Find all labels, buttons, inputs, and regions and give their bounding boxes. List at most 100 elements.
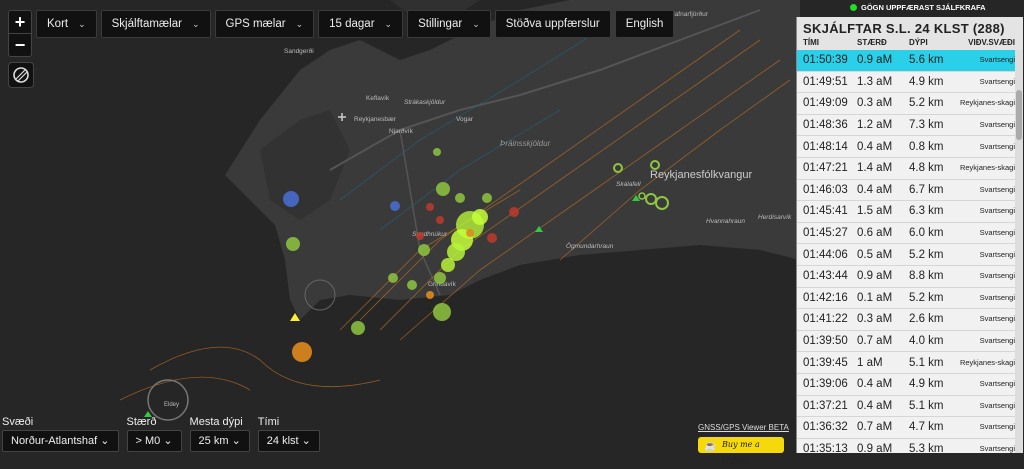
filter-bar: Svæði Norður-Atlantshaf ⌄ Stærð > M0 ⌄ M…: [2, 416, 320, 452]
zoom-control: + −: [8, 10, 32, 57]
cell-area: Svartsengi: [979, 292, 1015, 302]
size-select-value: > M0: [135, 435, 161, 447]
table-row[interactable]: 01:47:21 1.4 aM 4.8 km Reykjanes-skagi: [797, 158, 1015, 180]
chevron-down-icon: ⌄: [160, 435, 173, 447]
quake-marker[interactable]: [283, 191, 299, 207]
quake-marker[interactable]: [292, 342, 312, 362]
quake-marker[interactable]: [351, 321, 365, 335]
toolbar-button-4[interactable]: Stillingar ⌄: [407, 10, 491, 38]
cell-area: Svartsengi: [979, 206, 1015, 216]
measure-button[interactable]: [8, 62, 34, 88]
size-select[interactable]: > M0 ⌄: [126, 430, 182, 452]
cell-time: 01:35:13: [803, 442, 848, 453]
quake-marker[interactable]: [286, 237, 300, 251]
quake-marker[interactable]: [407, 280, 417, 290]
table-row[interactable]: 01:42:16 0.1 aM 5.2 km Svartsengi: [797, 288, 1015, 310]
table-row[interactable]: 01:37:21 0.4 aM 5.1 km Svartsengi: [797, 396, 1015, 418]
toolbar-button-2[interactable]: GPS mælar ⌄: [214, 10, 315, 38]
quake-marker[interactable]: [433, 148, 441, 156]
chevron-down-icon: ⌄: [228, 435, 241, 447]
table-row[interactable]: 01:39:45 1 aM 5.1 km Reykjanes-skagi: [797, 352, 1015, 374]
quake-marker[interactable]: [418, 244, 430, 256]
quake-marker[interactable]: [436, 182, 450, 196]
column-header-size[interactable]: STÆRÐ: [857, 38, 909, 47]
cell-time: 01:49:09: [803, 97, 848, 110]
toolbar: Kort ⌄ Skjálftamælar ⌄ GPS mælar ⌄ 15 dagar ⌄ St…: [36, 10, 675, 38]
area-select[interactable]: Norður-Atlantshaf ⌄: [2, 430, 119, 452]
zoom-in-button[interactable]: +: [9, 11, 31, 33]
label-keflavik: Keflavík: [366, 95, 390, 102]
toolbar-button-label: Skjálftamælar: [111, 18, 182, 30]
chevron-down-icon: ⌄: [191, 19, 200, 29]
scrollbar-thumb[interactable]: [1016, 90, 1022, 140]
quake-marker[interactable]: [466, 229, 474, 237]
table-row[interactable]: 01:41:22 0.3 aM 2.6 km Svartsengi: [797, 309, 1015, 331]
toolbar-button-3[interactable]: 15 dagar ⌄: [318, 10, 404, 38]
cell-area: Svartsengi: [979, 184, 1015, 194]
cell-size: 0.3 aM: [857, 97, 893, 110]
quake-marker[interactable]: [426, 291, 434, 299]
table-row[interactable]: 01:39:50 0.7 aM 4.0 km Svartsengi: [797, 331, 1015, 353]
quake-marker[interactable]: [441, 258, 455, 272]
quake-marker[interactable]: [416, 232, 424, 240]
table-row[interactable]: 01:45:41 1.5 aM 6.3 km Svartsengi: [797, 201, 1015, 223]
cell-depth: 2.6 km: [909, 313, 944, 326]
cell-size: 0.4 aM: [857, 399, 893, 412]
quake-marker[interactable]: [390, 201, 400, 211]
filter-depth: Mesta dýpi 25 km ⌄: [189, 416, 250, 452]
table-row[interactable]: 01:39:06 0.4 aM 4.9 km Svartsengi: [797, 374, 1015, 396]
gnss-viewer-link[interactable]: GNSS/GPS Viewer BETA: [698, 423, 789, 432]
table-row[interactable]: 01:46:03 0.4 aM 6.7 km Svartsengi: [797, 180, 1015, 202]
toolbar-button-6[interactable]: English: [614, 10, 675, 38]
scrollbar[interactable]: [1015, 50, 1023, 453]
table-row[interactable]: 01:44:06 0.5 aM 5.2 km Svartsengi: [797, 244, 1015, 266]
cell-area: Svartsengi: [979, 141, 1015, 151]
cell-time: 01:36:32: [803, 421, 848, 434]
cell-time: 01:39:06: [803, 378, 848, 391]
zoom-out-button[interactable]: −: [9, 33, 31, 56]
quake-marker[interactable]: [455, 193, 465, 203]
table-row[interactable]: 01:49:09 0.3 aM 5.2 km Reykjanes-skagi: [797, 93, 1015, 115]
label-ognundarhraun: Ögmundarhraun: [566, 242, 614, 250]
quake-marker[interactable]: [472, 209, 488, 225]
table-row[interactable]: 01:49:51 1.3 aM 4.9 km Svartsengi: [797, 72, 1015, 94]
time-select[interactable]: 24 klst ⌄: [257, 430, 320, 452]
cell-size: 0.9 aM: [857, 54, 893, 67]
column-header-area[interactable]: VIÐV.SVÆÐI: [957, 38, 1015, 47]
toolbar-button-5[interactable]: Stöðva uppfærslur: [494, 10, 611, 38]
quake-marker[interactable]: [388, 273, 398, 283]
cell-time: 01:41:22: [803, 313, 848, 326]
chevron-down-icon: ⌄: [78, 19, 86, 29]
cell-size: 0.5 aM: [857, 248, 893, 261]
cell-area: Svartsengi: [979, 443, 1015, 453]
toolbar-button-1[interactable]: Skjálftamælar ⌄: [100, 10, 211, 38]
buy-me-coffee-button[interactable]: ☕ Buy me a coffee: [698, 437, 784, 465]
table-row[interactable]: 01:43:44 0.9 aM 8.8 km Svartsengi: [797, 266, 1015, 288]
label-njardvik: Njarðvík: [389, 127, 414, 135]
quake-marker[interactable]: [487, 233, 497, 243]
quake-marker[interactable]: [482, 193, 492, 203]
toolbar-button-0[interactable]: Kort ⌄: [36, 10, 97, 38]
table-row[interactable]: 01:36:32 0.7 aM 4.7 km Svartsengi: [797, 417, 1015, 439]
cell-size: 0.4 aM: [857, 140, 893, 153]
quake-marker[interactable]: [434, 272, 446, 284]
cell-time: 01:37:21: [803, 399, 848, 412]
column-header-time[interactable]: TÍMI: [803, 38, 857, 47]
quake-marker[interactable]: [433, 303, 451, 321]
table-row[interactable]: 01:35:13 0.9 aM 5.3 km Svartsengi: [797, 439, 1015, 453]
column-header-depth[interactable]: DÝPI: [909, 38, 957, 47]
table-row[interactable]: 01:48:14 0.4 aM 0.8 km Svartsengi: [797, 136, 1015, 158]
cell-time: 01:46:03: [803, 183, 848, 196]
quake-marker[interactable]: [509, 207, 519, 217]
table-row[interactable]: 01:45:27 0.6 aM 6.0 km Svartsengi: [797, 223, 1015, 245]
quake-marker[interactable]: [436, 216, 444, 224]
filter-size: Stærð > M0 ⌄: [126, 416, 182, 452]
quake-marker[interactable]: [426, 203, 434, 211]
depth-select[interactable]: 25 km ⌄: [189, 430, 250, 452]
cell-time: 01:39:50: [803, 335, 848, 348]
table-row[interactable]: 01:48:36 1.2 aM 7.3 km Svartsengi: [797, 115, 1015, 137]
table-row[interactable]: 01:50:39 0.9 aM 5.6 km Svartsengi: [797, 50, 1015, 72]
chevron-down-icon: ⌄: [298, 435, 311, 447]
cell-area: Svartsengi: [979, 120, 1015, 130]
cell-time: 01:45:27: [803, 227, 848, 240]
